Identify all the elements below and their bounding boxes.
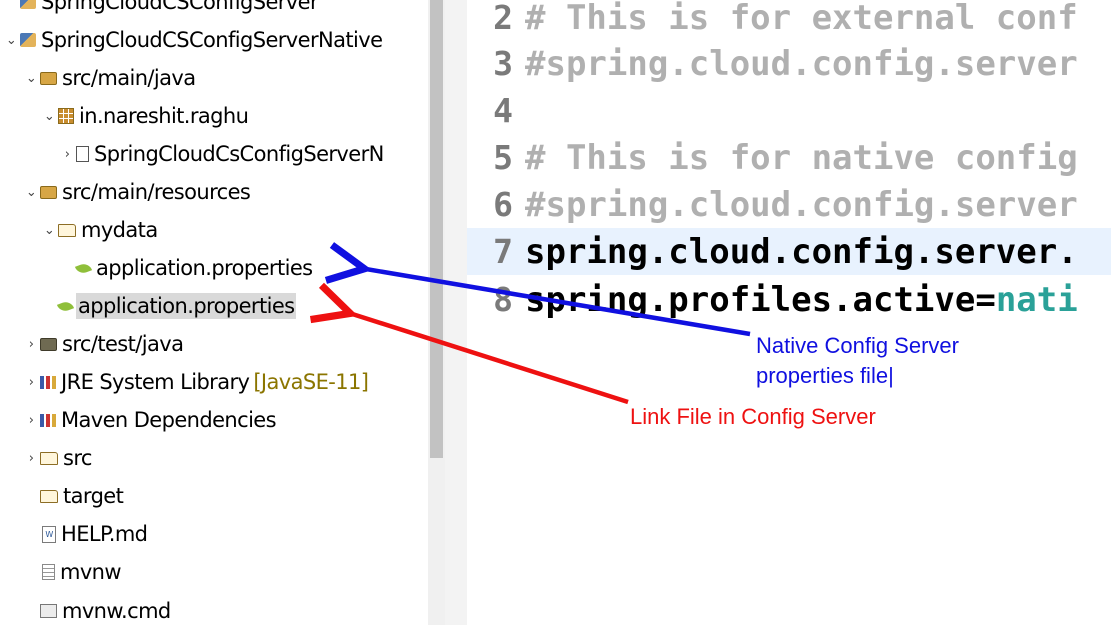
- native-annotation-line1: Native Config Server: [756, 333, 959, 358]
- native-annotation-line2: properties file|: [756, 363, 894, 388]
- annotation-layer: [0, 0, 751, 405]
- link-annotation: Link File in Config Server: [630, 404, 876, 429]
- native-arrow: [360, 268, 751, 337]
- native-annotation: Native Config Server properties file|: [756, 331, 959, 391]
- link-arrow: [346, 312, 629, 405]
